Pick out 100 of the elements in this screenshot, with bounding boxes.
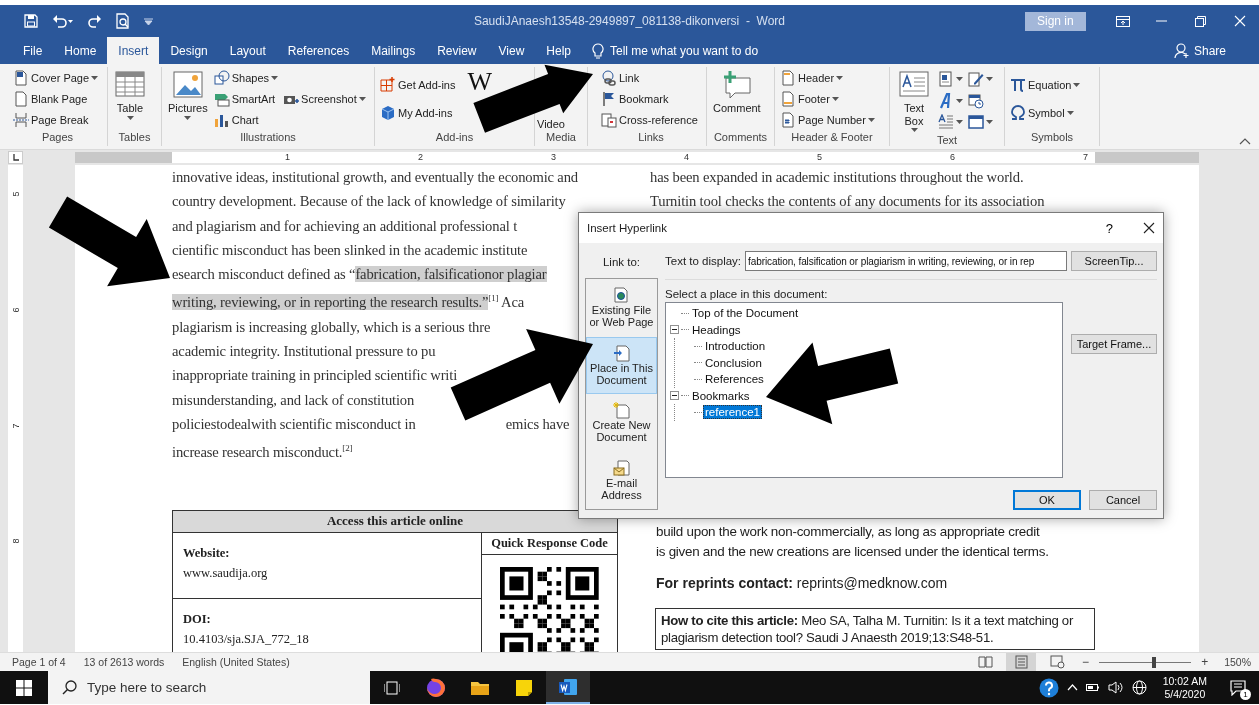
screentip-button[interactable]: ScreenTip... [1071,251,1157,271]
ribbon-button[interactable]: Text Box [894,67,934,135]
ribbon-button[interactable] [937,68,964,89]
ribbon-button[interactable]: Get Add-ins [379,75,457,95]
ribbon-button[interactable]: Screenshot [282,89,367,109]
page-count[interactable]: Page 1 of 4 [12,656,66,668]
chevron-up-icon[interactable] [1066,684,1078,691]
ribbon-tab[interactable]: Home [53,37,108,64]
zoom-level[interactable]: 150% [1224,656,1251,668]
tree-item[interactable]: Introduction [703,339,768,354]
zoom-slider-thumb[interactable] [1152,656,1157,668]
browser-icon[interactable] [426,677,446,698]
link-to-option[interactable]: E-mail Address [586,451,657,509]
ribbon-tab[interactable]: References [276,37,361,64]
print-preview-icon[interactable] [116,13,130,29]
sticky-note-icon[interactable] [514,677,534,698]
group-label: Media [546,131,576,145]
restore-icon[interactable] [1195,15,1207,27]
text-line: inappropriate training in principled scientific writi [172,366,458,386]
ribbon-tab[interactable]: View [487,37,536,64]
text-line: misunderstanding, and lack of constitution [172,390,415,410]
redo-icon[interactable] [88,14,102,28]
ribbon-button[interactable]: Cover Page [12,68,100,88]
tree-item[interactable]: Headings [690,322,743,337]
expand-toggle[interactable] [670,391,679,401]
globe-icon[interactable] [1131,680,1147,695]
link-to-option[interactable]: Create New Document [586,394,657,452]
customize-caret-icon[interactable] [144,17,153,25]
tree-item[interactable]: References [703,372,766,387]
read-mode-icon[interactable] [977,655,993,669]
zoom-out-button[interactable]: − [1078,655,1094,669]
ribbon-button[interactable]: Header [779,68,876,88]
tree-item[interactable]: Bookmarks [690,388,752,403]
ribbon-button[interactable]: SmartArt [212,89,280,109]
ok-button[interactable]: OK [1013,490,1081,510]
ribbon-button[interactable]: Shapes [212,68,280,88]
save-icon[interactable] [24,14,38,28]
battery-icon[interactable] [1085,683,1100,692]
search-field[interactable]: Type here to search [87,680,347,695]
ribbon-tab[interactable]: Mailings [360,37,427,64]
ribbon-button[interactable]: Equation [1009,75,1082,95]
ribbon-button[interactable]: Pictures [166,67,210,131]
notification-icon[interactable] [1230,679,1246,696]
notification-count: 1 [1240,688,1251,700]
ribbon-button[interactable]: Link [600,68,699,88]
text-line: academic integrity. Institutional pressure to pu [172,341,436,361]
logo-button[interactable]: W [467,69,493,95]
help-icon[interactable] [1038,677,1059,698]
tree-item[interactable]: Conclusion [703,355,764,370]
ribbon-tab[interactable]: Help [535,37,582,64]
group-label: Add-ins [435,131,474,145]
zoom-in-button[interactable]: + [1197,655,1213,669]
lightbulb-icon[interactable] [592,42,604,59]
close-icon[interactable] [1143,222,1155,234]
task-view-icon[interactable] [384,680,400,695]
ribbon-button[interactable]: Bookmark [600,89,699,109]
web-layout-icon[interactable] [1049,655,1065,669]
link-to-option[interactable]: Place in This Document [586,336,657,394]
ribbon-button[interactable]: Footer [779,89,876,109]
tree-item[interactable]: Top of the Document [690,306,801,321]
document-app-icon[interactable] [558,676,578,697]
clock-time[interactable]: 10:02 AM [1162,674,1207,688]
speaker-icon[interactable] [1107,681,1124,694]
ribbon-button[interactable]: Comment [711,67,763,131]
text-to-display-field[interactable]: fabrication, falsification or plagiarism in writing, reviewing, or in rep [745,251,1067,271]
tree-item[interactable]: reference1 [703,405,762,420]
target-frame-button[interactable]: Target Frame... [1071,334,1157,354]
ribbon-button[interactable]: Page Break [12,110,100,130]
ribbon-tab[interactable]: Review [426,37,488,64]
search-bar[interactable]: Type here to search [48,671,370,704]
person-icon [1173,42,1190,59]
ribbon-button[interactable]: Symbol [1009,103,1082,123]
ribbon-button[interactable]: Blank Page [12,89,100,109]
ribbon-display-icon[interactable] [1116,15,1131,27]
ribbon-tab[interactable]: File [12,37,54,64]
cancel-button[interactable]: Cancel [1089,490,1157,510]
expand-toggle[interactable] [670,325,679,335]
ribbon-button[interactable]: Page Number [779,110,876,130]
ribbon-tab[interactable]: Design [159,37,219,64]
place-label: Select a place in this document: [665,288,829,300]
ribbon-button[interactable]: Video [536,118,566,131]
ribbon-button[interactable]: Chart [212,110,280,130]
ribbon-tab[interactable]: Insert [107,37,160,64]
windows-logo-icon[interactable] [16,679,32,696]
ribbon-button[interactable]: My Add-ins [379,103,457,123]
minimize-icon[interactable] [1156,20,1168,22]
language[interactable]: English (United States) [182,656,290,668]
ribbon-button[interactable]: Table [112,67,148,131]
share-button[interactable]: Share [1162,37,1237,64]
undo-icon[interactable] [52,14,74,28]
link-to-option[interactable]: Existing File or Web Page [586,279,657,337]
drop-cap-icon [938,114,954,131]
help-button[interactable]: ? [1101,220,1117,236]
ribbon-button[interactable] [937,90,964,111]
ribbon-tab[interactable]: Layout [218,37,277,64]
clock-date[interactable]: 5/4/2020 [1164,687,1206,701]
ribbon-button[interactable]: Cross-reference [600,110,699,130]
tell-me-search[interactable]: Tell me what you want to do [610,43,759,58]
word-count[interactable]: 13 of 2613 words [83,656,165,668]
collapse-ribbon-icon[interactable] [1239,138,1251,145]
